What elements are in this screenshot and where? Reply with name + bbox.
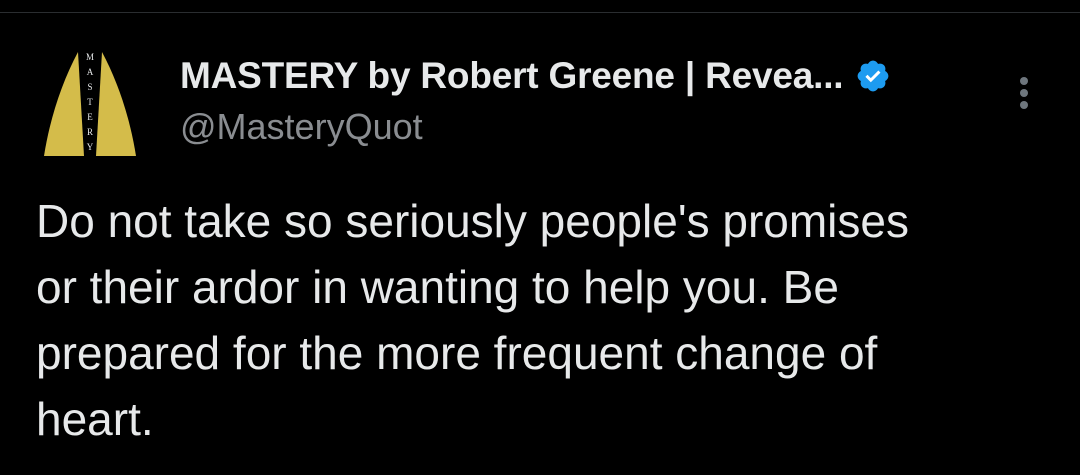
more-options-icon[interactable] <box>1012 74 1036 114</box>
more-dot <box>1020 89 1028 97</box>
verified-badge-icon[interactable] <box>855 58 891 94</box>
svg-text:S: S <box>87 82 92 92</box>
tweet-text: Do not take so seriously people's promis… <box>36 195 909 445</box>
svg-text:E: E <box>87 112 93 122</box>
tweet-header: MASTERY by Robert Greene | Revea... @Mas… <box>180 52 980 148</box>
svg-text:T: T <box>87 97 93 107</box>
svg-text:A: A <box>87 67 94 77</box>
more-dot <box>1020 77 1028 85</box>
svg-text:M: M <box>86 52 94 62</box>
svg-text:R: R <box>87 127 93 137</box>
tweet[interactable]: M A S T E R Y MASTERY by Robert Greene |… <box>0 0 1080 475</box>
avatar[interactable]: M A S T E R Y <box>40 48 140 164</box>
author-display-name[interactable]: MASTERY by Robert Greene | Revea... <box>180 55 844 97</box>
svg-text:Y: Y <box>87 142 94 152</box>
more-dot <box>1020 101 1028 109</box>
author-handle[interactable]: @MasteryQuot <box>180 106 980 148</box>
author-name-row: MASTERY by Robert Greene | Revea... <box>180 52 980 100</box>
